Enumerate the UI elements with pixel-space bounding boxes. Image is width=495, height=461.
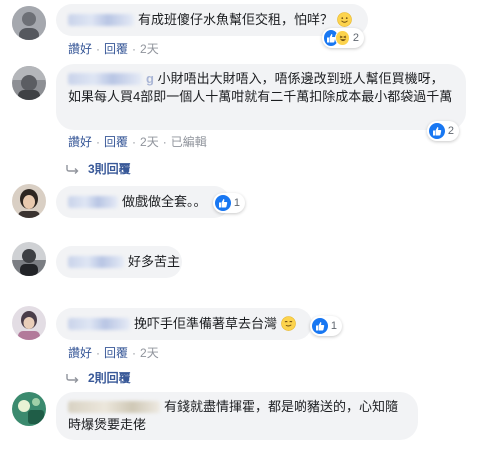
avatar[interactable]: [12, 392, 46, 426]
commenter-name[interactable]: [68, 317, 130, 330]
reply-link[interactable]: 回覆: [104, 135, 128, 149]
view-replies-link[interactable]: 2則回覆: [66, 369, 131, 386]
comment-bubble: 有成班傻仔水魚幫佢交租，怕咩？: [56, 4, 368, 36]
like-link[interactable]: 讚好: [68, 346, 92, 360]
like-link[interactable]: 讚好: [68, 135, 92, 149]
comment-time[interactable]: 2天: [140, 42, 159, 56]
comment-text: 挽吓手佢準備著草去台灣: [134, 316, 278, 331]
comment-bubble: g 小財唔出大財唔入，唔係邊改到班人幫佢買機呀，如果每人買4部即一個人十萬咁就有…: [56, 64, 466, 130]
comment-text: 有成班傻仔水魚幫佢交租，怕咩？: [138, 12, 334, 27]
reply-arrow-icon: [66, 164, 79, 174]
avatar[interactable]: [12, 242, 46, 276]
comment-bubble: 有錢就盡情揮霍，都是啲豬送的，心知隨時爆煲要走佬: [56, 392, 418, 440]
like-icon: [429, 123, 445, 139]
smile-emoji-icon: [336, 12, 352, 27]
avatar[interactable]: [12, 306, 46, 340]
commenter-name[interactable]: [68, 13, 134, 26]
reaction-count: 2: [447, 125, 454, 137]
comment-text: 做戲做全套。。: [122, 194, 207, 209]
reaction-summary[interactable]: 2: [322, 28, 364, 48]
reaction-count: 1: [330, 320, 337, 332]
avatar[interactable]: [12, 6, 46, 40]
separator-dot: ·: [132, 42, 137, 56]
reply-link[interactable]: 回覆: [104, 346, 128, 360]
comment-time[interactable]: 2天: [140, 135, 159, 149]
reaction-summary[interactable]: 2: [427, 121, 459, 141]
comment-time[interactable]: 2天: [140, 346, 159, 360]
commenter-name[interactable]: [68, 72, 142, 85]
commenter-name[interactable]: [68, 255, 124, 268]
haha-icon: [335, 30, 350, 46]
separator-dot: ·: [132, 135, 137, 149]
reaction-count: 1: [233, 197, 240, 209]
avatar[interactable]: [12, 184, 46, 218]
comment-bubble: 挽吓手佢準備著草去台灣: [56, 308, 312, 340]
separator-dot: ·: [132, 346, 137, 360]
like-link[interactable]: 讚好: [68, 42, 92, 56]
comment-actions: 讚好 · 回覆 · 2天 · 已編輯: [68, 133, 207, 150]
commenter-name[interactable]: [68, 400, 160, 413]
separator-dot: ·: [96, 346, 101, 360]
reaction-summary[interactable]: 1: [310, 316, 342, 336]
reply-link[interactable]: 回覆: [104, 42, 128, 56]
smirk-emoji-icon: [280, 316, 296, 331]
reaction-summary[interactable]: 1: [213, 193, 245, 213]
replies-count[interactable]: 2則回覆: [88, 369, 131, 386]
like-icon: [215, 195, 231, 211]
commenter-name[interactable]: [68, 195, 118, 208]
edited-label[interactable]: 已編輯: [171, 135, 207, 149]
reaction-count: 2: [352, 32, 359, 44]
comment-text: 好多苦主: [128, 254, 181, 269]
comment-actions: 讚好 · 回覆 · 2天: [68, 344, 159, 361]
separator-dot: ·: [96, 135, 101, 149]
comment-bubble: 好多苦主: [56, 246, 182, 278]
replies-count[interactable]: 3則回覆: [88, 160, 131, 177]
comment-thread: 有成班傻仔水魚幫佢交租，怕咩？ 2 讚好 · 回覆 · 2天 g 小財唔出大財唔…: [0, 0, 495, 461]
reply-arrow-icon: [66, 373, 79, 383]
comment-bubble: 做戲做全套。。: [56, 186, 230, 218]
separator-dot: ·: [96, 42, 101, 56]
avatar[interactable]: [12, 66, 46, 100]
view-replies-link[interactable]: 3則回覆: [66, 160, 131, 177]
commenter-name-suffix[interactable]: g: [146, 71, 154, 86]
separator-dot: ·: [162, 135, 167, 149]
like-icon: [312, 318, 328, 334]
comment-actions: 讚好 · 回覆 · 2天: [68, 40, 159, 57]
